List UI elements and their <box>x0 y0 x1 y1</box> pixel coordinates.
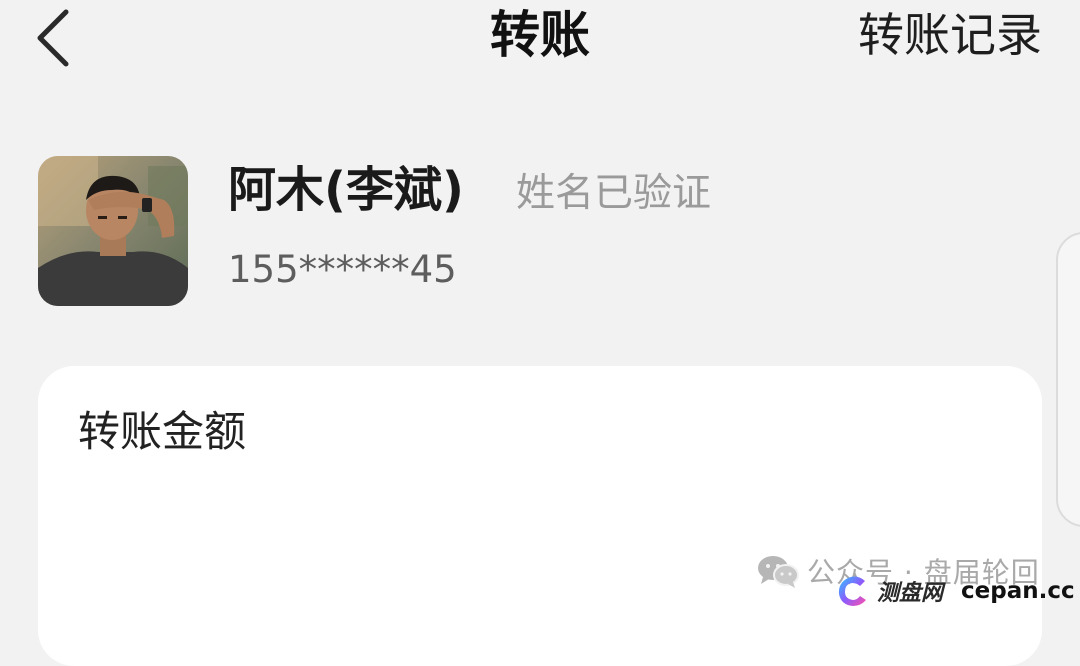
watermark-site-name: 测盘网 <box>877 581 944 606</box>
top-nav-bar: 转账 转账记录 <box>0 0 1080 75</box>
user-photo-avatar <box>38 156 188 306</box>
name-verified-status: 姓名已验证 <box>516 171 712 216</box>
cepan-logo-icon <box>835 573 871 609</box>
avatar[interactable] <box>38 156 188 306</box>
watermark-site-domain: cepan.cc <box>961 578 1075 604</box>
payee-name: 阿木(李斌) <box>228 162 464 218</box>
payee-info: 阿木(李斌) 姓名已验证 155******45 <box>38 156 1018 306</box>
chevron-left-icon <box>37 9 69 67</box>
transfer-history-link[interactable]: 转账记录 <box>858 0 1042 70</box>
payee-phone: 155******45 <box>228 248 457 291</box>
back-button[interactable] <box>26 4 86 68</box>
amount-label: 转账金额 <box>78 407 247 456</box>
watermark-site: 测盘网 cepan.cc <box>835 572 1075 610</box>
amount-card[interactable]: 转账金额 <box>38 366 1042 666</box>
side-panel-edge[interactable] <box>1056 232 1080 527</box>
wechat-icon <box>757 553 799 589</box>
